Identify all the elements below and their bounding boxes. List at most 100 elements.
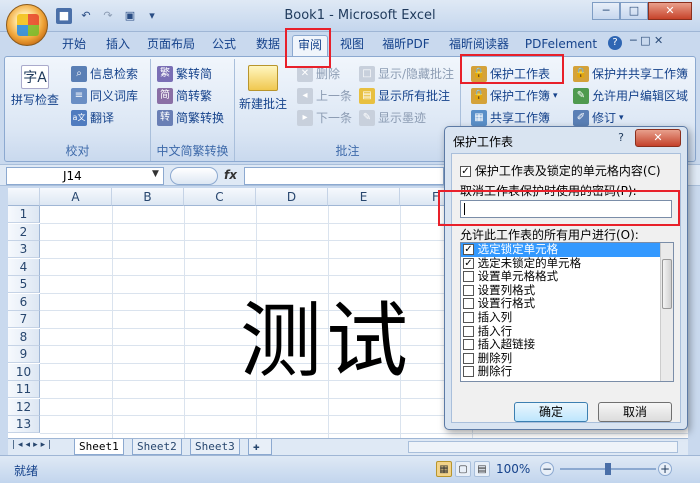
row-header[interactable]: 12 [8, 398, 40, 416]
chinese-convert-button[interactable]: 转简繁转换 [157, 109, 224, 126]
permission-checkbox[interactable] [463, 271, 474, 283]
namebox-dropdown-icon[interactable]: ▼ [152, 169, 159, 179]
close-button[interactable]: ✕ [648, 2, 692, 20]
permission-checkbox[interactable] [463, 325, 474, 337]
show-ink-button[interactable]: ✎ 显示墨迹 [359, 109, 426, 126]
toggle-comment-button[interactable]: □ 显示/隐藏批注 [359, 65, 454, 82]
next-comment-button[interactable]: ▸ 下一条 [297, 109, 352, 126]
new-comment-button[interactable]: 新建批注 [239, 65, 287, 112]
track-changes-button[interactable]: ✐ 修订 ▾ [573, 109, 624, 126]
tab-formulas[interactable]: 公式 [204, 35, 244, 56]
sheet-tab-3[interactable]: Sheet3 [190, 439, 240, 455]
select-all-corner[interactable] [8, 188, 40, 206]
maximize-button[interactable]: □ [620, 2, 648, 20]
redo-icon[interactable]: ↷ [100, 8, 116, 24]
column-header[interactable]: A [40, 188, 112, 206]
permission-checkbox[interactable]: ✓ [463, 257, 474, 269]
tab-view[interactable]: 视图 [332, 35, 372, 56]
tab-data[interactable]: 数据 [248, 35, 288, 56]
permission-item[interactable]: ✓ 选定未锁定的单元格 [461, 256, 673, 271]
thesaurus-button[interactable]: ≡ 同义词库 [71, 87, 138, 104]
dialog-close-button[interactable]: ✕ [635, 129, 681, 147]
permission-item[interactable]: 删除行 [461, 365, 673, 379]
protect-contents-option[interactable]: ✓ 保护工作表及锁定的单元格内容(C) [460, 162, 661, 179]
tab-page-layout[interactable]: 页面布局 [142, 35, 200, 56]
permission-checkbox[interactable] [463, 339, 474, 351]
column-header[interactable]: C [184, 188, 256, 206]
permission-checkbox[interactable] [463, 366, 474, 378]
share-workbook-button[interactable]: ▦ 共享工作簿 [471, 109, 550, 126]
permission-item[interactable]: 插入列 [461, 310, 673, 325]
page-layout-view-icon[interactable]: ▢ [455, 461, 471, 477]
column-header[interactable]: E [328, 188, 400, 206]
tab-pdfelement[interactable]: PDFelement [522, 35, 600, 56]
dialog-help-icon[interactable]: ? [611, 130, 631, 146]
allow-edit-ranges-button[interactable]: ✎ 允许用户编辑区域 [573, 87, 688, 104]
row-header[interactable]: 7 [8, 311, 40, 328]
insert-sheet-icon[interactable]: ✚ [248, 439, 272, 455]
row-header[interactable]: 2 [8, 223, 40, 241]
zoom-slider-thumb[interactable] [605, 463, 611, 475]
permissions-list[interactable]: ✓ 选定锁定单元格 ✓ 选定未锁定的单元格 设置单元格格式 设置列格式 设置行格式… [460, 242, 674, 382]
cancel-button[interactable]: 取消 [598, 402, 672, 422]
customize-qat-icon[interactable]: ▾ [144, 8, 160, 24]
column-header[interactable]: B [112, 188, 184, 206]
insert-function-button[interactable]: fx [224, 168, 237, 182]
permission-checkbox[interactable] [463, 311, 474, 323]
row-header[interactable]: 1 [8, 206, 40, 223]
horizontal-scrollbar[interactable] [408, 441, 678, 453]
permission-item[interactable]: ✓ 选定锁定单元格 [461, 243, 673, 257]
row-header[interactable]: 5 [8, 276, 40, 293]
show-all-comments-button[interactable]: ▤ 显示所有批注 [359, 87, 450, 104]
formula-expand-handle[interactable] [170, 167, 218, 185]
scrollbar-thumb[interactable] [662, 259, 672, 309]
protect-and-share-button[interactable]: 🔒 保护并共享工作簿 [573, 65, 688, 82]
permission-checkbox[interactable] [463, 352, 474, 364]
undo-icon[interactable]: ↶ [78, 8, 94, 24]
row-header[interactable]: 4 [8, 258, 40, 276]
permission-item[interactable]: 插入行 [461, 324, 673, 339]
permission-item[interactable]: 删除列 [461, 351, 673, 366]
permission-checkbox[interactable]: ✓ [463, 244, 474, 255]
protect-workbook-button[interactable]: 🔒 保护工作簿 ▾ [471, 87, 558, 104]
zoom-in-icon[interactable]: + [658, 462, 672, 476]
protect-contents-checkbox[interactable]: ✓ [460, 166, 471, 177]
row-header[interactable]: 10 [8, 363, 40, 381]
tab-insert[interactable]: 插入 [98, 35, 138, 56]
sheet-nav-arrows-icon[interactable]: |◂◂▸▸| [12, 440, 54, 450]
normal-view-icon[interactable]: ▦ [436, 461, 452, 477]
permission-item[interactable]: 插入超链接 [461, 338, 673, 352]
formula-input[interactable] [244, 167, 444, 185]
trad-to-simp-button[interactable]: 繁繁转简 [157, 65, 212, 82]
save-icon[interactable]: ■ [56, 8, 72, 24]
simp-to-trad-button[interactable]: 简简转繁 [157, 87, 212, 104]
translate-button[interactable]: a文 翻译 [71, 109, 114, 126]
ok-button[interactable]: 确定 [514, 402, 588, 422]
row-header[interactable]: 8 [8, 328, 40, 346]
sheet-tab-1[interactable]: Sheet1 [74, 439, 124, 455]
zoom-out-icon[interactable]: − [540, 462, 554, 476]
ribbon-window-controls[interactable]: ─ □ ✕ [630, 34, 663, 47]
row-header[interactable]: 11 [8, 381, 40, 398]
row-header[interactable]: 9 [8, 346, 40, 363]
row-header[interactable]: 6 [8, 293, 40, 311]
page-break-view-icon[interactable]: ▤ [474, 461, 490, 477]
row-header[interactable]: 3 [8, 241, 40, 258]
permission-item[interactable]: 设置列格式 [461, 283, 673, 298]
research-button[interactable]: ⌕ 信息检索 [71, 65, 138, 82]
permission-checkbox[interactable] [463, 298, 474, 310]
tab-foxit-pdf[interactable]: 福昕PDF [376, 35, 436, 56]
help-icon[interactable]: ? [608, 36, 622, 50]
sheet-tab-2[interactable]: Sheet2 [132, 439, 182, 455]
tab-foxit-reader[interactable]: 福昕阅读器 [440, 35, 518, 56]
minimize-button[interactable]: ─ [592, 2, 620, 20]
office-button[interactable] [6, 4, 48, 46]
permission-item[interactable]: 设置行格式 [461, 297, 673, 311]
spell-check-button[interactable]: 字A 拼写检查 [11, 65, 59, 108]
previous-comment-button[interactable]: ◂ 上一条 [297, 87, 352, 104]
tab-home[interactable]: 开始 [54, 35, 94, 56]
row-header[interactable]: 13 [8, 416, 40, 433]
permission-item[interactable]: 设置单元格格式 [461, 270, 673, 284]
zoom-level[interactable]: 100% [496, 462, 530, 476]
name-box[interactable]: J14 [6, 167, 164, 185]
